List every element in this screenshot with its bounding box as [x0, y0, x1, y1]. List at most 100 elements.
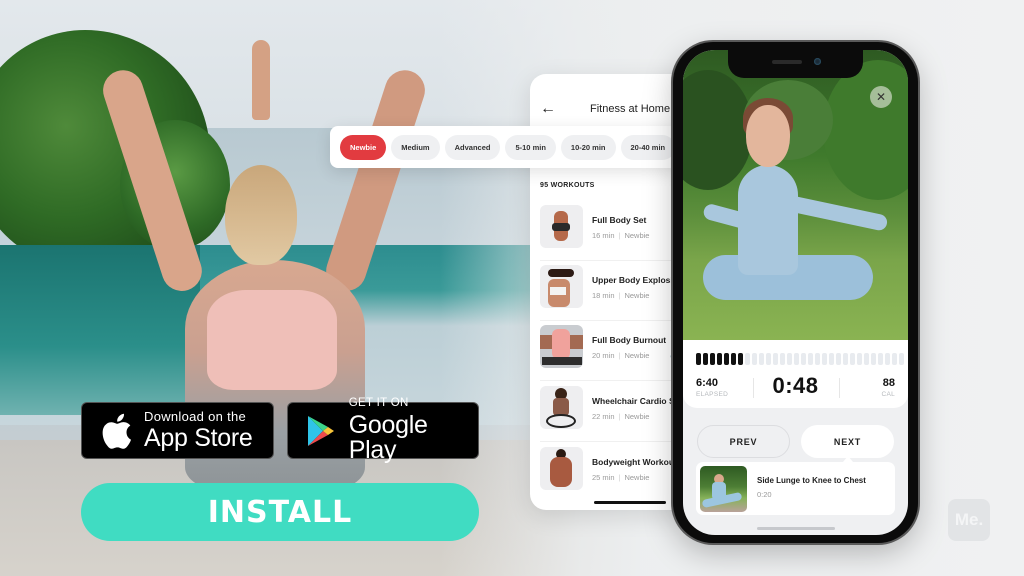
workout-duration: 16 min — [592, 231, 615, 240]
progress-segment-complete — [703, 353, 708, 365]
progress-segment-pending — [822, 353, 827, 365]
workout-duration: 18 min — [592, 291, 615, 300]
progress-segment-pending — [745, 353, 750, 365]
progress-segment-pending — [871, 353, 876, 365]
panel-header: ← Fitness at Home — [530, 100, 690, 124]
filter-chip-20-40-min[interactable]: 20-40 min — [620, 134, 676, 160]
workout-level: Newbie — [624, 291, 650, 300]
progress-segment-pending — [759, 353, 764, 365]
workout-meta: 20 min | Newbie — [592, 351, 650, 360]
progress-segment-pending — [801, 353, 806, 365]
divider — [839, 378, 840, 398]
workout-meta: 18 min | Newbie — [592, 291, 650, 300]
workout-level: Newbie — [624, 473, 650, 482]
progress-segment-complete — [717, 353, 722, 365]
exercise-thumbnail — [700, 466, 747, 512]
up-next-name: Side Lunge to Knee to Chest — [757, 476, 866, 485]
google-play-badge[interactable]: GET IT ON Google Play — [287, 398, 479, 462]
progress-segment-pending — [857, 353, 862, 365]
segment-progress-bar — [696, 353, 904, 365]
workout-duration: 22 min — [592, 412, 615, 421]
person-hands — [252, 40, 270, 120]
progress-segment-pending — [808, 353, 813, 365]
progress-segment-complete — [696, 353, 701, 365]
workout-level: Newbie — [624, 351, 650, 360]
next-button[interactable]: NEXT — [801, 425, 894, 458]
workout-thumbnail — [540, 447, 583, 490]
workout-stats-card: 6:40 ELAPSED 0:48 88 CAL — [683, 340, 908, 408]
google-play-line1: GET IT ON — [348, 397, 409, 410]
workout-item[interactable]: Upper Body Explosion 18 min | Newbie — [540, 265, 690, 325]
workout-name: Bodyweight Workout — [592, 457, 677, 467]
progress-segment-pending — [885, 353, 890, 365]
progress-segment-pending — [794, 353, 799, 365]
progress-segment-pending — [836, 353, 841, 365]
instructor-torso — [738, 165, 798, 275]
progress-segment-pending — [752, 353, 757, 365]
progress-segment-pending — [815, 353, 820, 365]
filter-chip-advanced[interactable]: Advanced — [444, 134, 501, 160]
progress-segment-pending — [850, 353, 855, 365]
workout-name: Full Body Set — [592, 215, 647, 225]
progress-segment-complete — [731, 353, 736, 365]
workout-name: Wheelchair Cardio S — [592, 396, 675, 406]
up-next-duration: 0:20 — [757, 490, 772, 499]
person-sports-top — [207, 290, 337, 390]
google-play-line2: Google Play — [348, 410, 428, 464]
divider — [540, 320, 690, 321]
progress-segment-pending — [892, 353, 897, 365]
arrow-left-icon[interactable]: ← — [540, 100, 556, 118]
phone-screen: ✕ 6:40 ELAPSED 0:48 88 CAL PREV NEXT Sid… — [683, 50, 908, 535]
progress-segment-pending — [787, 353, 792, 365]
workout-count: 95 WORKOUTS — [540, 182, 595, 189]
calories-value: 88 — [882, 377, 895, 389]
home-indicator — [757, 527, 835, 530]
workout-item[interactable]: Full Body Burnout 20 min|Newbie 🔗 — [540, 325, 690, 385]
divider — [540, 441, 690, 442]
app-store-line1: Download on the — [144, 409, 247, 424]
workout-duration: 20 min — [592, 351, 615, 360]
instructor-head — [746, 105, 790, 167]
workout-name: Full Body Burnout — [592, 335, 667, 345]
up-next-card[interactable]: Side Lunge to Knee to Chest 0:20 — [696, 462, 895, 515]
instructor-arm — [782, 194, 889, 232]
workout-meta: 22 min | Newbie — [592, 412, 650, 421]
calories-stat: 88 CAL — [881, 377, 895, 398]
workout-thumbnail — [540, 205, 583, 248]
workout-meta: 16 min | Newbie — [592, 231, 650, 240]
workout-duration: 25 min — [592, 473, 615, 482]
progress-segment-complete — [724, 353, 729, 365]
google-play-icon — [300, 415, 343, 447]
home-indicator — [594, 501, 666, 504]
app-store-line2: App Store — [144, 424, 253, 452]
progress-segment-pending — [878, 353, 883, 365]
speaker-grille — [772, 60, 802, 64]
divider — [540, 260, 690, 261]
filter-chip-newbie[interactable]: Newbie — [340, 134, 387, 160]
workout-item[interactable]: Full Body Set 16 min | Newbie — [540, 205, 690, 265]
front-camera — [814, 58, 821, 65]
filter-chip-10-20-min[interactable]: 10-20 min — [560, 134, 616, 160]
panel-title: Fitness at Home — [590, 103, 671, 115]
progress-segment-pending — [773, 353, 778, 365]
progress-segment-pending — [864, 353, 869, 365]
workout-thumbnail — [540, 265, 583, 308]
workout-item[interactable]: Bodyweight Workout 25 min | Newbie — [540, 447, 690, 507]
app-store-badge[interactable]: Download on the App Store — [81, 402, 274, 459]
calories-label: CAL — [881, 391, 895, 398]
workout-meta: 25 min | Newbie — [592, 473, 650, 482]
prev-button[interactable]: PREV — [697, 425, 790, 458]
filter-chip-medium[interactable]: Medium — [391, 134, 440, 160]
workout-item[interactable]: Wheelchair Cardio S 22 min | Newbie — [540, 386, 690, 446]
apple-icon — [94, 412, 138, 450]
filter-chip-5-10-min[interactable]: 5-10 min — [505, 134, 556, 160]
install-button[interactable]: INSTALL — [81, 483, 479, 541]
workout-thumbnail — [540, 386, 583, 429]
progress-segment-pending — [899, 353, 904, 365]
progress-segment-pending — [780, 353, 785, 365]
progress-segment-pending — [829, 353, 834, 365]
workout-level: Newbie — [624, 412, 650, 421]
workout-thumbnail — [540, 325, 583, 368]
close-icon[interactable]: ✕ — [870, 86, 892, 108]
workout-name: Upper Body Explosion — [592, 275, 684, 285]
